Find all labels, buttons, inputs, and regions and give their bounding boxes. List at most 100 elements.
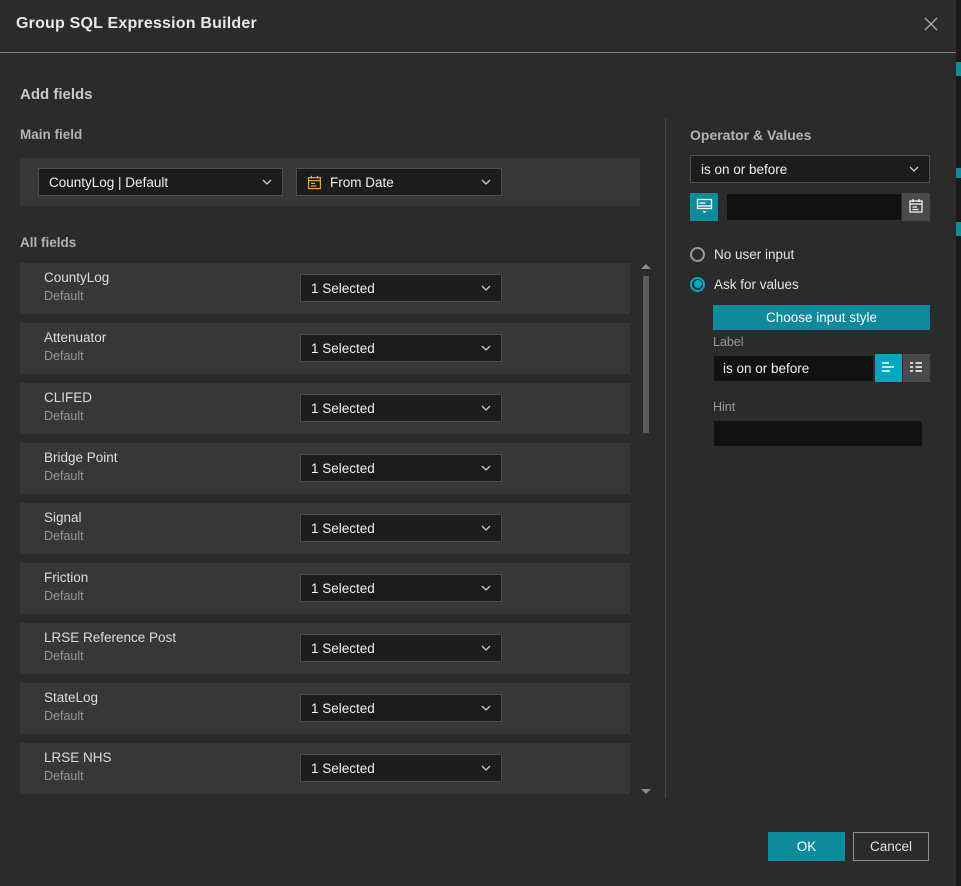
- main-field-box: CountyLog | Default From Date: [20, 158, 640, 206]
- field-selected-value: 1 Selected: [311, 521, 475, 536]
- field-selected-dropdown[interactable]: 1 Selected: [300, 274, 502, 302]
- field-selected-value: 1 Selected: [311, 701, 475, 716]
- scrollbar-thumb[interactable]: [643, 276, 649, 433]
- field-selected-dropdown[interactable]: 1 Selected: [300, 334, 502, 362]
- close-icon: [922, 15, 940, 38]
- bulleted-list-icon: [909, 360, 924, 377]
- radio-ask-for-values-label: Ask for values: [714, 277, 799, 292]
- field-sublabel: Default: [44, 289, 84, 303]
- add-fields-heading: Add fields: [20, 86, 93, 103]
- operator-select[interactable]: is on or before: [690, 155, 930, 183]
- chevron-down-icon: [909, 166, 919, 172]
- chevron-down-icon: [481, 179, 491, 185]
- hint-caption: Hint: [713, 400, 735, 414]
- field-row-lrse-reference-post: LRSE Reference Post Default 1 Selected: [20, 623, 630, 674]
- chevron-down-icon: [481, 705, 491, 711]
- field-sublabel: Default: [44, 469, 84, 483]
- field-selected-value: 1 Selected: [311, 341, 475, 356]
- field-selected-value: 1 Selected: [311, 761, 475, 776]
- field-name: CountyLog: [44, 270, 109, 285]
- field-row-signal: Signal Default 1 Selected: [20, 503, 630, 554]
- field-sublabel: Default: [44, 589, 84, 603]
- field-sublabel: Default: [44, 769, 84, 783]
- scrollbar-up-arrow[interactable]: [641, 264, 651, 269]
- field-row-bridge-point: Bridge Point Default 1 Selected: [20, 443, 630, 494]
- align-left-lines-icon: [881, 360, 896, 377]
- calendar-icon: [307, 175, 322, 190]
- background-app-edge: [956, 0, 961, 886]
- field-selected-dropdown[interactable]: 1 Selected: [300, 394, 502, 422]
- operator-select-value: is on or before: [701, 162, 903, 177]
- field-row-friction: Friction Default 1 Selected: [20, 563, 630, 614]
- close-button[interactable]: [920, 15, 942, 37]
- field-name: Signal: [44, 510, 82, 525]
- field-row-lrse-nhs: LRSE NHS Default 1 Selected: [20, 743, 630, 794]
- choose-input-style-button[interactable]: Choose input style: [713, 305, 930, 330]
- main-date-field-select[interactable]: From Date: [296, 168, 502, 196]
- field-selected-dropdown[interactable]: 1 Selected: [300, 634, 502, 662]
- chevron-down-icon: [481, 525, 491, 531]
- single-value-style-button[interactable]: [875, 354, 902, 382]
- label-input[interactable]: [713, 355, 874, 382]
- field-sublabel: Default: [44, 529, 84, 543]
- field-selected-value: 1 Selected: [311, 581, 475, 596]
- main-date-field-value: From Date: [330, 175, 475, 190]
- label-caption: Label: [713, 335, 744, 349]
- radio-circle-selected-icon: [690, 277, 705, 292]
- main-layer-select[interactable]: CountyLog | Default: [38, 168, 283, 196]
- field-selected-dropdown[interactable]: 1 Selected: [300, 574, 502, 602]
- field-row-statelog: StateLog Default 1 Selected: [20, 683, 630, 734]
- calendar-icon: [908, 198, 924, 217]
- main-field-heading: Main field: [20, 127, 82, 142]
- field-selected-value: 1 Selected: [311, 641, 475, 656]
- chevron-down-icon: [481, 405, 491, 411]
- field-name: Friction: [44, 570, 88, 585]
- field-selected-dropdown[interactable]: 1 Selected: [300, 754, 502, 782]
- dialog-title: Group SQL Expression Builder: [16, 15, 257, 33]
- field-selected-dropdown[interactable]: 1 Selected: [300, 694, 502, 722]
- field-row-clifed: CLIFED Default 1 Selected: [20, 383, 630, 434]
- field-selected-value: 1 Selected: [311, 281, 475, 296]
- chevron-down-icon: [262, 179, 272, 185]
- field-selected-dropdown[interactable]: 1 Selected: [300, 514, 502, 542]
- title-divider: [0, 52, 956, 53]
- chevron-down-icon: [481, 645, 491, 651]
- date-picker-button[interactable]: [902, 193, 930, 221]
- combobox-values-icon: [696, 197, 713, 217]
- hint-input[interactable]: [713, 420, 923, 447]
- field-selected-value: 1 Selected: [311, 401, 475, 416]
- chevron-down-icon: [481, 345, 491, 351]
- field-row-countylog: CountyLog Default 1 Selected: [20, 263, 630, 314]
- group-sql-expression-builder-dialog: Group SQL Expression Builder Add fields …: [0, 0, 961, 886]
- field-selected-value: 1 Selected: [311, 461, 475, 476]
- field-name: StateLog: [44, 690, 98, 705]
- radio-no-user-input[interactable]: No user input: [690, 245, 794, 263]
- field-sublabel: Default: [44, 349, 84, 363]
- background-accent: [956, 222, 961, 236]
- background-accent: [956, 62, 961, 76]
- cancel-button[interactable]: Cancel: [853, 832, 929, 861]
- chevron-down-icon: [481, 585, 491, 591]
- radio-no-user-input-label: No user input: [714, 247, 794, 262]
- date-value-input[interactable]: [726, 193, 902, 221]
- all-fields-heading: All fields: [20, 235, 76, 250]
- field-sublabel: Default: [44, 709, 84, 723]
- field-selected-dropdown[interactable]: 1 Selected: [300, 454, 502, 482]
- field-name: LRSE Reference Post: [44, 630, 176, 645]
- operator-values-heading: Operator & Values: [690, 127, 811, 143]
- dialog-titlebar: Group SQL Expression Builder: [0, 0, 956, 52]
- unique-values-button[interactable]: [690, 193, 718, 221]
- radio-ask-for-values[interactable]: Ask for values: [690, 275, 799, 293]
- field-sublabel: Default: [44, 649, 84, 663]
- list-style-button[interactable]: [903, 354, 930, 382]
- field-name: Attenuator: [44, 330, 106, 345]
- background-accent: [956, 168, 961, 178]
- ok-button[interactable]: OK: [768, 832, 845, 861]
- field-sublabel: Default: [44, 409, 84, 423]
- scrollbar-down-arrow[interactable]: [641, 789, 651, 794]
- panel-divider: [665, 118, 666, 798]
- chevron-down-icon: [481, 765, 491, 771]
- field-name: LRSE NHS: [44, 750, 112, 765]
- main-layer-select-value: CountyLog | Default: [49, 175, 256, 190]
- field-name: CLIFED: [44, 390, 92, 405]
